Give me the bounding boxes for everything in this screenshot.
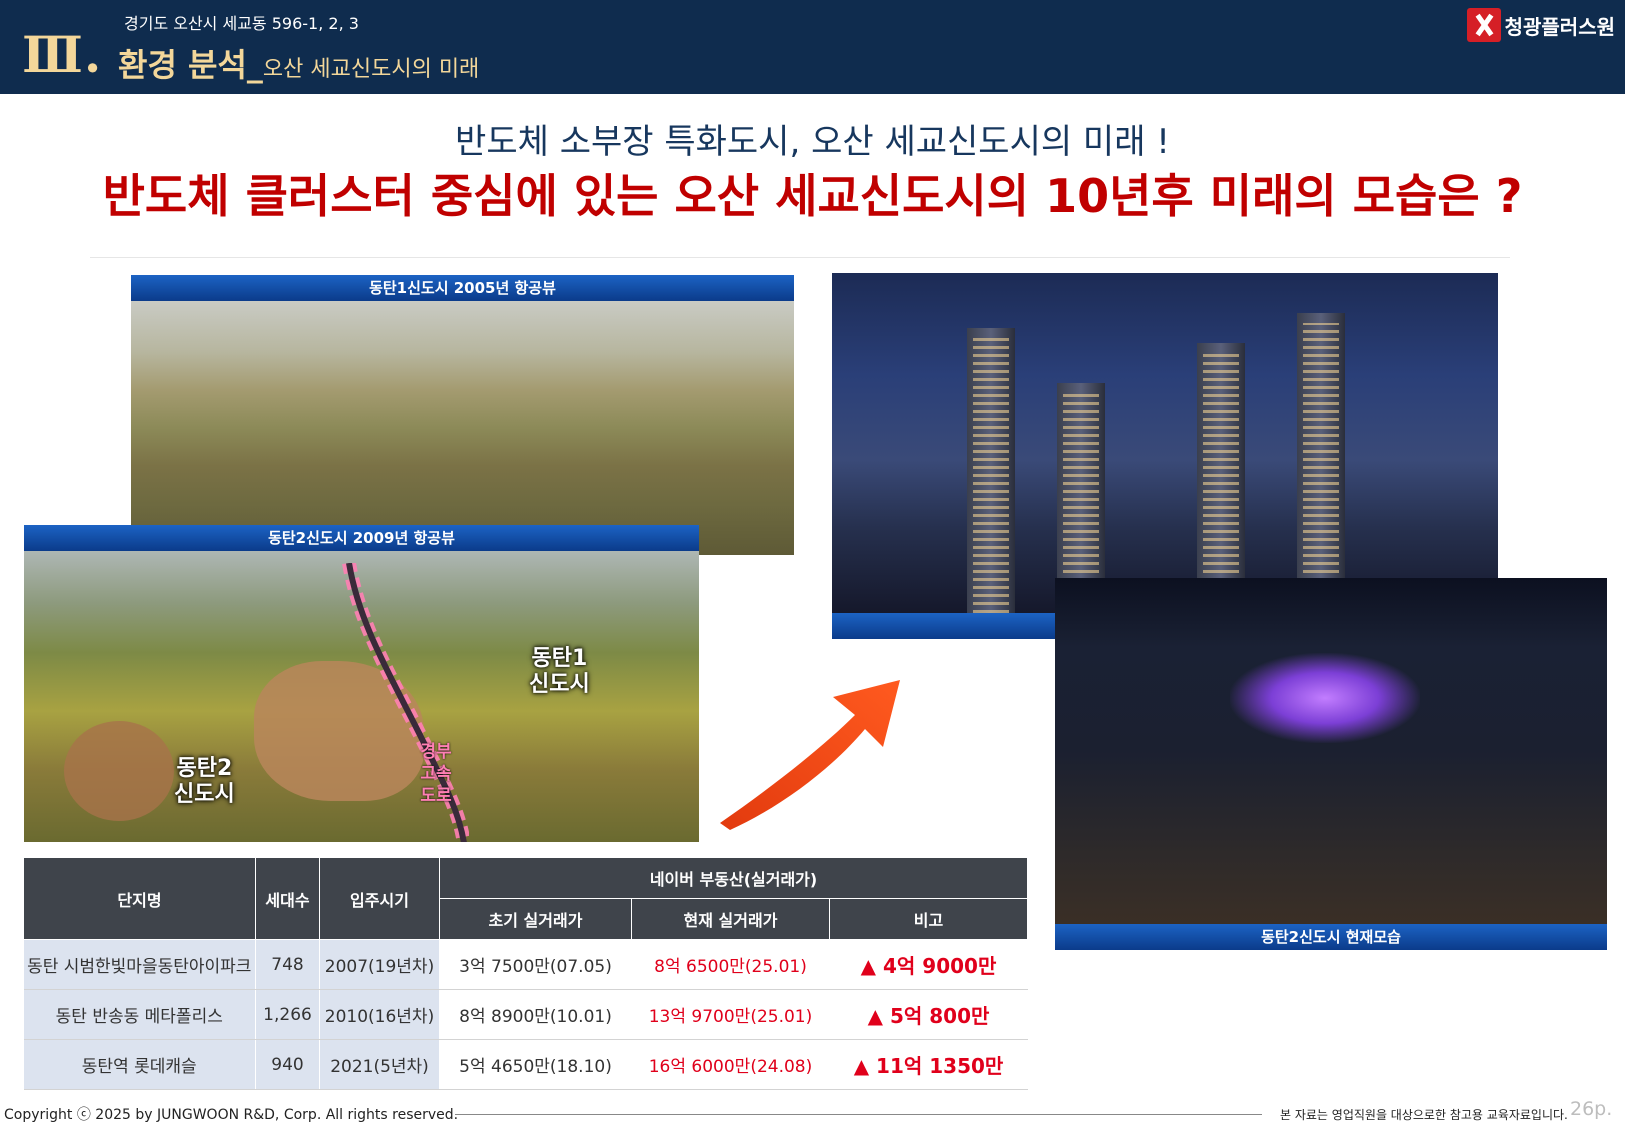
cell-initial: 3억 7500만(07.05): [439, 939, 632, 990]
headline-secondary: 반도체 클러스터 중심에 있는 오산 세교신도시의 10년후 미래의 모습은 ?: [102, 169, 1523, 223]
highway-label: 경부고속도로: [420, 742, 452, 806]
col-header-current: 현재 실거래가: [631, 898, 830, 940]
logo-mark-icon: [1466, 8, 1501, 42]
tower-building: [1197, 343, 1245, 613]
area-label-text: 동탄1 신도시: [529, 646, 590, 697]
aerial-photo-image: 동탄1 신도시 동탄2 신도시 경부고속도로: [24, 551, 699, 842]
logo-text: 청광플러스원: [1504, 14, 1615, 39]
col-header-group: 네이버 부동산(실거래가): [438, 857, 1029, 899]
cell-current: 13억 9700만(25.01): [631, 989, 830, 1040]
photo-caption: 동탄1신도시 2005년 항공뷰: [131, 275, 794, 301]
cell-note: ▲ 11억 1350만: [829, 1039, 1029, 1090]
footer-rule: [455, 1114, 1262, 1115]
construction-site: [64, 721, 174, 821]
night-city-photo-image: [832, 273, 1498, 613]
cell-note: ▲ 5억 800만: [829, 989, 1029, 1040]
table-row: 동탄역 롯데캐슬 940 2021(5년차) 5억 4650만(18.10) 1…: [23, 1039, 1029, 1090]
photo-caption: 동탄2신도시 현재모습: [1055, 924, 1607, 950]
area-label-text: 동탄2 신도시: [174, 756, 235, 807]
area-label-dongtan2: 동탄2 신도시: [174, 756, 235, 808]
cell-current: 8억 6500만(25.01): [631, 939, 830, 990]
night-lake-photo-image: [1055, 578, 1607, 924]
cell-households: 748: [255, 939, 320, 990]
col-header-name: 단지명: [23, 857, 256, 940]
table-row: 동탄 시범한빛마을동탄아이파크 748 2007(19년차) 3억 7500만(…: [23, 939, 1029, 990]
cell-initial: 8억 8900만(10.01): [439, 989, 632, 1040]
cell-households: 1,266: [255, 989, 320, 1040]
site-address: 경기도 오산시 세교동 596-1, 2, 3: [124, 14, 359, 33]
aerial-photo-image: [131, 301, 794, 555]
col-header-initial: 초기 실거래가: [439, 898, 632, 940]
page-number: 26p.: [1570, 1098, 1613, 1120]
cell-name: 동탄역 롯데캐슬: [23, 1039, 256, 1090]
footer-note: 본 자료는 영업직원을 대상으로한 참고용 교육자료입니다.: [1280, 1108, 1568, 1122]
cell-move-in: 2007(19년차): [319, 939, 440, 990]
page-title: 환경 분석_오산 세교신도시의 미래: [118, 40, 479, 86]
divider: [90, 257, 1510, 258]
area-label-dongtan1: 동탄1 신도시: [529, 646, 590, 698]
cell-current: 16억 6000만(24.08): [631, 1039, 830, 1090]
copyright-text: Copyright ⓒ 2025 by JUNGWOON R&D, Corp. …: [4, 1107, 459, 1123]
page-title-main: 환경 분석_: [118, 46, 263, 84]
cell-initial: 5억 4650만(18.10): [439, 1039, 632, 1090]
section-number: Ⅲ.: [22, 25, 103, 84]
cell-name: 동탄 반송동 메타폴리스: [23, 989, 256, 1040]
tower-building: [1297, 313, 1345, 613]
headline-primary: 반도체 소부장 특화도시, 오산 세교신도시의 미래 !: [455, 122, 1170, 162]
cell-move-in: 2021(5년차): [319, 1039, 440, 1090]
header-bar: Ⅲ. 경기도 오산시 세교동 596-1, 2, 3 환경 분석_오산 세교신도…: [0, 0, 1625, 94]
tower-building: [967, 328, 1015, 613]
table-row: 동탄 반송동 메타폴리스 1,266 2010(16년차) 8억 8900만(1…: [23, 989, 1029, 1040]
page-title-sub: 오산 세교신도시의 미래: [262, 57, 480, 82]
col-header-note: 비고: [828, 898, 1029, 940]
col-header-households: 세대수: [255, 857, 320, 940]
price-comparison-table: 단지명 세대수 입주시기 네이버 부동산(실거래가) 초기 실거래가 현재 실거…: [23, 857, 1029, 1090]
cell-name: 동탄 시범한빛마을동탄아이파크: [23, 939, 256, 990]
cell-households: 940: [255, 1039, 320, 1090]
cell-note: ▲ 4억 9000만: [829, 939, 1029, 990]
cell-move-in: 2010(16년차): [319, 989, 440, 1040]
col-header-move-in: 입주시기: [319, 857, 440, 940]
photo-dongtan2-2009: 동탄2신도시 2009년 항공뷰 동탄1 신도시 동탄2 신도시 경부고속도로: [24, 525, 699, 842]
fountain-light: [1230, 653, 1420, 743]
photo-caption: 동탄2신도시 2009년 항공뷰: [24, 525, 699, 551]
growth-arrow-icon: [720, 680, 900, 830]
photo-dongtan1-2005: 동탄1신도시 2005년 항공뷰: [131, 275, 794, 555]
company-logo: 청광플러스원: [1466, 8, 1615, 42]
photo-dongtan2-present: 동탄2신도시 현재모습: [1055, 578, 1607, 950]
